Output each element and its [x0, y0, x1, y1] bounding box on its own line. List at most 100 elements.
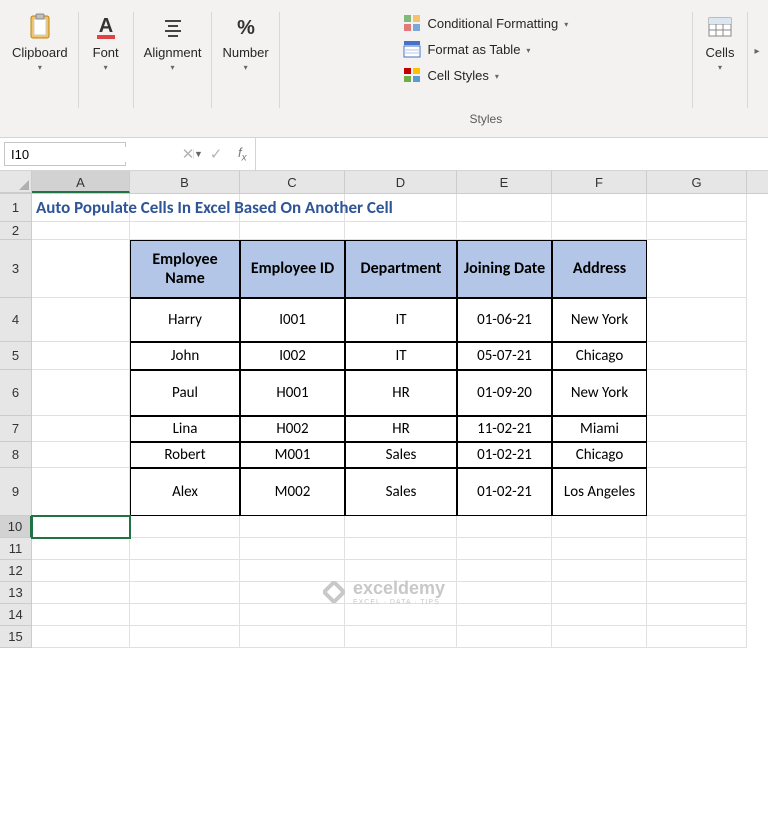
name-box-input[interactable] — [5, 147, 193, 162]
cell-E6[interactable]: 01-09-20 — [457, 370, 552, 416]
cell-C12[interactable] — [240, 560, 345, 582]
cell-E10[interactable] — [457, 516, 552, 538]
cell-G2[interactable] — [647, 222, 747, 240]
column-header-B[interactable]: B — [130, 171, 240, 193]
column-header-A[interactable]: A — [32, 171, 130, 193]
cell-G15[interactable] — [647, 626, 747, 648]
cell-F3[interactable]: Address — [552, 240, 647, 298]
cell-styles-button[interactable]: Cell Styles ▾ — [399, 64, 502, 86]
cell-A10[interactable] — [32, 516, 130, 538]
cell-A14[interactable] — [32, 604, 130, 626]
cell-E12[interactable] — [457, 560, 552, 582]
cell-A13[interactable] — [32, 582, 130, 604]
row-header-8[interactable]: 8 — [0, 442, 32, 468]
row-header-4[interactable]: 4 — [0, 298, 32, 342]
cell-F4[interactable]: New York — [552, 298, 647, 342]
format-as-table-button[interactable]: Format as Table ▾ — [399, 38, 534, 60]
cell-F8[interactable]: Chicago — [552, 442, 647, 468]
column-header-G[interactable]: G — [647, 171, 747, 193]
cell-B3[interactable]: Employee Name — [130, 240, 240, 298]
cell-B8[interactable]: Robert — [130, 442, 240, 468]
cell-C8[interactable]: M001 — [240, 442, 345, 468]
cell-C9[interactable]: M002 — [240, 468, 345, 516]
cell-C11[interactable] — [240, 538, 345, 560]
cell-D10[interactable] — [345, 516, 457, 538]
cell-F10[interactable] — [552, 516, 647, 538]
conditional-formatting-button[interactable]: Conditional Formatting ▾ — [399, 12, 572, 34]
cell-B15[interactable] — [130, 626, 240, 648]
cell-B2[interactable] — [130, 222, 240, 240]
cell-A3[interactable] — [32, 240, 130, 298]
cell-F6[interactable]: New York — [552, 370, 647, 416]
cell-G12[interactable] — [647, 560, 747, 582]
cell-F13[interactable] — [552, 582, 647, 604]
cell-C5[interactable]: I002 — [240, 342, 345, 370]
cell-F15[interactable] — [552, 626, 647, 648]
cell-G7[interactable] — [647, 416, 747, 442]
cell-E9[interactable]: 01-02-21 — [457, 468, 552, 516]
row-header-15[interactable]: 15 — [0, 626, 32, 648]
cell-G14[interactable] — [647, 604, 747, 626]
cell-G4[interactable] — [647, 298, 747, 342]
cell-D15[interactable] — [345, 626, 457, 648]
row-header-3[interactable]: 3 — [0, 240, 32, 298]
cell-D7[interactable]: HR — [345, 416, 457, 442]
cell-A7[interactable] — [32, 416, 130, 442]
cell-D2[interactable] — [345, 222, 457, 240]
fx-icon[interactable]: fx — [230, 145, 255, 164]
cell-F14[interactable] — [552, 604, 647, 626]
cell-F2[interactable] — [552, 222, 647, 240]
cell-D3[interactable]: Department — [345, 240, 457, 298]
cell-A9[interactable] — [32, 468, 130, 516]
cell-C7[interactable]: H002 — [240, 416, 345, 442]
cell-C3[interactable]: Employee ID — [240, 240, 345, 298]
cell-C2[interactable] — [240, 222, 345, 240]
cell-B11[interactable] — [130, 538, 240, 560]
select-all-corner[interactable] — [0, 171, 32, 193]
cell-E15[interactable] — [457, 626, 552, 648]
name-box[interactable]: ▼ — [4, 142, 126, 166]
cell-G8[interactable] — [647, 442, 747, 468]
column-header-C[interactable]: C — [240, 171, 345, 193]
cell-G9[interactable] — [647, 468, 747, 516]
row-header-1[interactable]: 1 — [0, 194, 32, 222]
accept-formula-button[interactable]: ✓ — [202, 145, 230, 163]
cell-E7[interactable]: 11-02-21 — [457, 416, 552, 442]
cell-F9[interactable]: Los Angeles — [552, 468, 647, 516]
row-header-12[interactable]: 12 — [0, 560, 32, 582]
cell-D9[interactable]: Sales — [345, 468, 457, 516]
cell-E8[interactable]: 01-02-21 — [457, 442, 552, 468]
cell-B10[interactable] — [130, 516, 240, 538]
cell-A15[interactable] — [32, 626, 130, 648]
row-header-6[interactable]: 6 — [0, 370, 32, 416]
number-button[interactable]: % Number ▾ — [222, 6, 268, 72]
cell-B12[interactable] — [130, 560, 240, 582]
row-header-2[interactable]: 2 — [0, 222, 32, 240]
cell-D11[interactable] — [345, 538, 457, 560]
cell-D12[interactable] — [345, 560, 457, 582]
cell-G3[interactable] — [647, 240, 747, 298]
cell-B7[interactable]: Lina — [130, 416, 240, 442]
cell-F12[interactable] — [552, 560, 647, 582]
cell-G11[interactable] — [647, 538, 747, 560]
font-button[interactable]: A Font ▾ — [89, 6, 123, 72]
cell-E13[interactable] — [457, 582, 552, 604]
cell-G13[interactable] — [647, 582, 747, 604]
cell-B4[interactable]: Harry — [130, 298, 240, 342]
cell-F5[interactable]: Chicago — [552, 342, 647, 370]
cell-B13[interactable] — [130, 582, 240, 604]
cell-E4[interactable]: 01-06-21 — [457, 298, 552, 342]
cell-C14[interactable] — [240, 604, 345, 626]
row-header-11[interactable]: 11 — [0, 538, 32, 560]
column-header-E[interactable]: E — [457, 171, 552, 193]
cell-A5[interactable] — [32, 342, 130, 370]
cell-E1[interactable] — [457, 194, 552, 222]
row-header-10[interactable]: 10 — [0, 516, 32, 538]
cell-B14[interactable] — [130, 604, 240, 626]
cell-G1[interactable] — [647, 194, 747, 222]
cell-A4[interactable] — [32, 298, 130, 342]
cell-E14[interactable] — [457, 604, 552, 626]
cell-D6[interactable]: HR — [345, 370, 457, 416]
cell-A2[interactable] — [32, 222, 130, 240]
cell-E5[interactable]: 05-07-21 — [457, 342, 552, 370]
